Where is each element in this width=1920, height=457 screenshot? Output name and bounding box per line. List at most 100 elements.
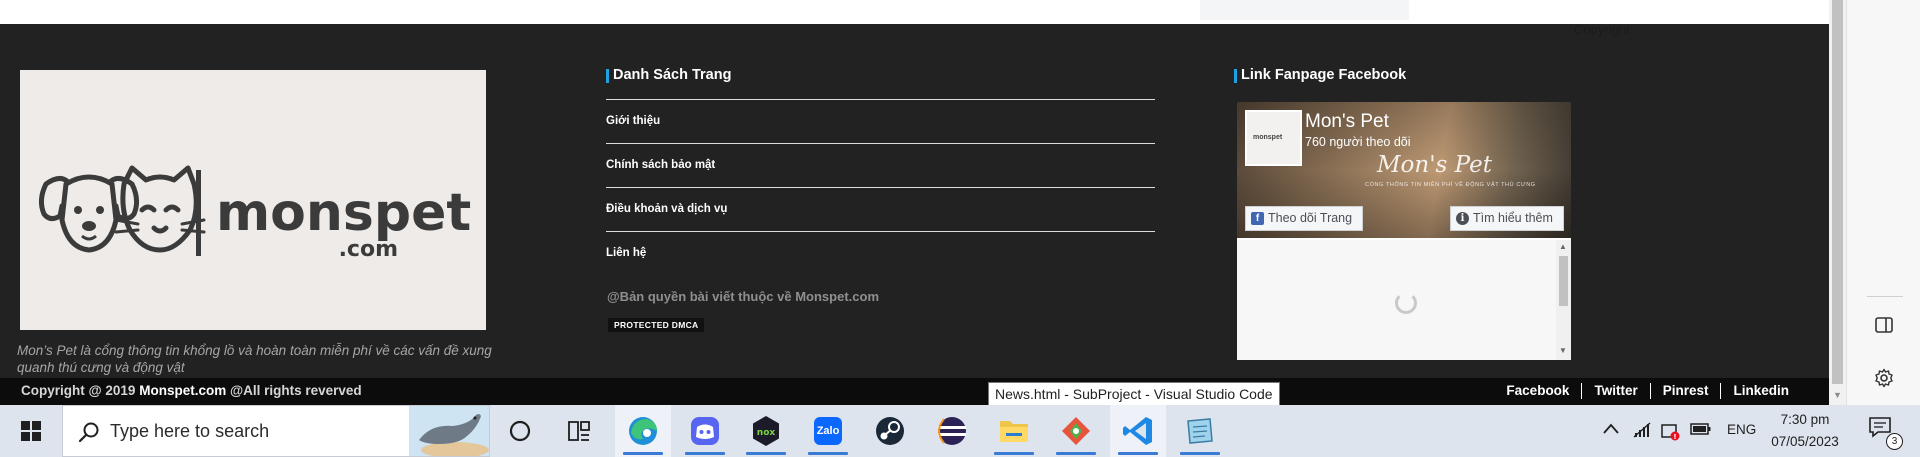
- facebook-icon: f: [1251, 212, 1264, 225]
- clock-time[interactable]: 7:30 pm: [1765, 412, 1845, 427]
- notepad-icon: [1187, 418, 1213, 444]
- security-alert-icon[interactable]: !: [1660, 421, 1680, 446]
- logo-wordmark: monspet: [216, 183, 471, 243]
- taskbar-zalo[interactable]: Zalo: [800, 405, 856, 457]
- taskbar-git[interactable]: [1048, 405, 1104, 457]
- tray-chevron-up-icon[interactable]: [1602, 421, 1620, 442]
- steam-icon: [876, 417, 904, 445]
- taskbar-task-view[interactable]: [551, 405, 607, 457]
- nox-icon: nox: [753, 416, 779, 446]
- start-button[interactable]: [0, 405, 62, 457]
- notification-center-button[interactable]: 3: [1868, 415, 1903, 450]
- copyright-note: @Bản quyền bài viết thuộc về Monspet.com: [607, 289, 879, 304]
- learn-label: Tìm hiểu thêm: [1473, 211, 1553, 225]
- social-link-twitter[interactable]: Twitter: [1581, 383, 1649, 399]
- split-view-icon[interactable]: [1874, 315, 1894, 335]
- top-strip: [0, 0, 1829, 24]
- social-link-linkedin[interactable]: Linkedin: [1720, 383, 1801, 399]
- taskbar-cortana[interactable]: [492, 405, 548, 457]
- running-indicator: [808, 452, 848, 455]
- fb-page-name[interactable]: Mon's Pet: [1305, 111, 1389, 133]
- battery-icon[interactable]: [1690, 421, 1712, 442]
- taskbar-steam[interactable]: [862, 405, 918, 457]
- cortana-icon: [509, 420, 531, 442]
- notification-count-badge: 3: [1886, 433, 1903, 450]
- fb-feed-scrollbar[interactable]: ▲ ▼: [1556, 240, 1571, 360]
- page-link-terms[interactable]: Điều khoản và dịch vụ: [606, 187, 1155, 231]
- copyright-prefix: Copyright @ 2019: [21, 383, 140, 398]
- taskbar-search-box[interactable]: Type here to search: [62, 405, 490, 457]
- page-scroll-thumb[interactable]: [1832, 0, 1843, 384]
- running-indicator: [623, 452, 663, 455]
- taskbar-eclipse[interactable]: [924, 405, 980, 457]
- clock-date[interactable]: 07/05/2023: [1765, 434, 1845, 449]
- fb-cover-photo[interactable]: monspet Mon's Pet 760 người theo dõi Mon…: [1237, 102, 1571, 238]
- svg-text:nox: nox: [757, 428, 776, 438]
- cover-script-title: Mon's Pet: [1377, 152, 1492, 178]
- sidebar-widget-stub: [1200, 0, 1409, 20]
- fb-learn-more-button[interactable]: i Tìm hiểu thêm: [1450, 206, 1564, 231]
- taskbar-tooltip: News.html - SubProject - Visual Studio C…: [988, 382, 1280, 407]
- running-indicator: [1056, 452, 1096, 455]
- search-icon: [78, 422, 99, 443]
- scroll-down-arrow-icon[interactable]: ▼: [1833, 390, 1842, 400]
- copyright-rights: @All rights reverved: [226, 383, 362, 398]
- social-links: Facebook Twitter Pinrest Linkedin: [1494, 383, 1801, 399]
- page-link-list: Giới thiệu Chính sách bảo mật Điều khoản…: [606, 99, 1155, 275]
- search-highlight-seal-illustration: [409, 406, 489, 456]
- running-indicator: [994, 452, 1034, 455]
- taskbar-notepad[interactable]: [1172, 405, 1228, 457]
- dmca-badge[interactable]: PROTECTED DMCA: [608, 318, 705, 332]
- running-indicator: [1180, 452, 1220, 455]
- fanpage-section-title: Link Fanpage Facebook: [1234, 67, 1406, 83]
- follow-label: Theo dõi Trang: [1268, 211, 1353, 225]
- input-language-indicator[interactable]: ENG: [1727, 422, 1756, 437]
- page-link-gioi-thieu[interactable]: Giới thiệu: [606, 99, 1155, 143]
- task-view-icon: [568, 421, 590, 441]
- file-explorer-icon: [1000, 421, 1028, 442]
- pages-section-title: Danh Sách Trang: [606, 67, 731, 83]
- network-icon[interactable]: [1632, 421, 1652, 444]
- cover-tagline: CỔNG THÔNG TIN MIỄN PHÍ VỀ ĐỘNG VẬT THÚ …: [1365, 182, 1536, 188]
- footer-bottom-bar: Copyright @ 2019 Monspet.com @All rights…: [0, 378, 1829, 405]
- taskbar-nox[interactable]: nox: [738, 405, 794, 457]
- copyright-label: Copyright: [1574, 22, 1630, 37]
- taskbar-edge[interactable]: [615, 405, 671, 457]
- page-scrollbar[interactable]: ▼: [1829, 0, 1846, 405]
- social-link-pinterest[interactable]: Pinrest: [1649, 383, 1721, 399]
- running-indicator: [746, 452, 786, 455]
- running-indicator: [1118, 452, 1158, 455]
- windows-logo-icon: [21, 421, 41, 441]
- fb-scroll-thumb[interactable]: [1559, 256, 1568, 306]
- monspet-logo[interactable]: monspet .com: [20, 70, 486, 330]
- taskbar-vscode[interactable]: [1110, 405, 1166, 457]
- fb-feed-area: ▲ ▼: [1237, 240, 1571, 360]
- fb-follower-count: 760 người theo dõi: [1305, 135, 1411, 149]
- logo-graphic: monspet .com: [38, 165, 471, 262]
- taskbar-file-explorer[interactable]: [986, 405, 1042, 457]
- discord-icon: [691, 417, 719, 445]
- running-indicator: [685, 452, 725, 455]
- scroll-up-icon[interactable]: ▲: [1559, 242, 1567, 251]
- info-icon: i: [1456, 212, 1469, 225]
- edge-icon: [629, 417, 657, 445]
- fb-follow-button[interactable]: f Theo dõi Trang: [1245, 206, 1363, 231]
- copyright-text: Copyright @ 2019 Monspet.com @All rights…: [21, 383, 362, 398]
- site-footer: monspet .com Mon’s Pet là cổng thông tin…: [0, 24, 1829, 379]
- site-description: Mon’s Pet là cổng thông tin khổng lồ và …: [17, 343, 492, 375]
- copyright-site[interactable]: Monspet.com: [139, 383, 226, 398]
- svg-text:!: !: [1673, 433, 1676, 441]
- taskbar-discord[interactable]: [677, 405, 733, 457]
- scroll-down-icon[interactable]: ▼: [1559, 346, 1567, 355]
- page-link-contact[interactable]: Liên hệ: [606, 231, 1155, 275]
- loading-spinner-icon: [1395, 292, 1417, 314]
- avatar-logo-text: monspet: [1253, 134, 1283, 141]
- gear-icon[interactable]: [1874, 368, 1894, 388]
- fb-page-avatar[interactable]: monspet: [1245, 110, 1302, 166]
- page-link-privacy[interactable]: Chính sách bảo mật: [606, 143, 1155, 187]
- facebook-page-widget: monspet Mon's Pet 760 người theo dõi Mon…: [1237, 102, 1571, 360]
- search-placeholder: Type here to search: [110, 421, 270, 441]
- social-link-facebook[interactable]: Facebook: [1494, 383, 1581, 399]
- eclipse-icon: [938, 417, 966, 445]
- git-icon: [1062, 417, 1090, 445]
